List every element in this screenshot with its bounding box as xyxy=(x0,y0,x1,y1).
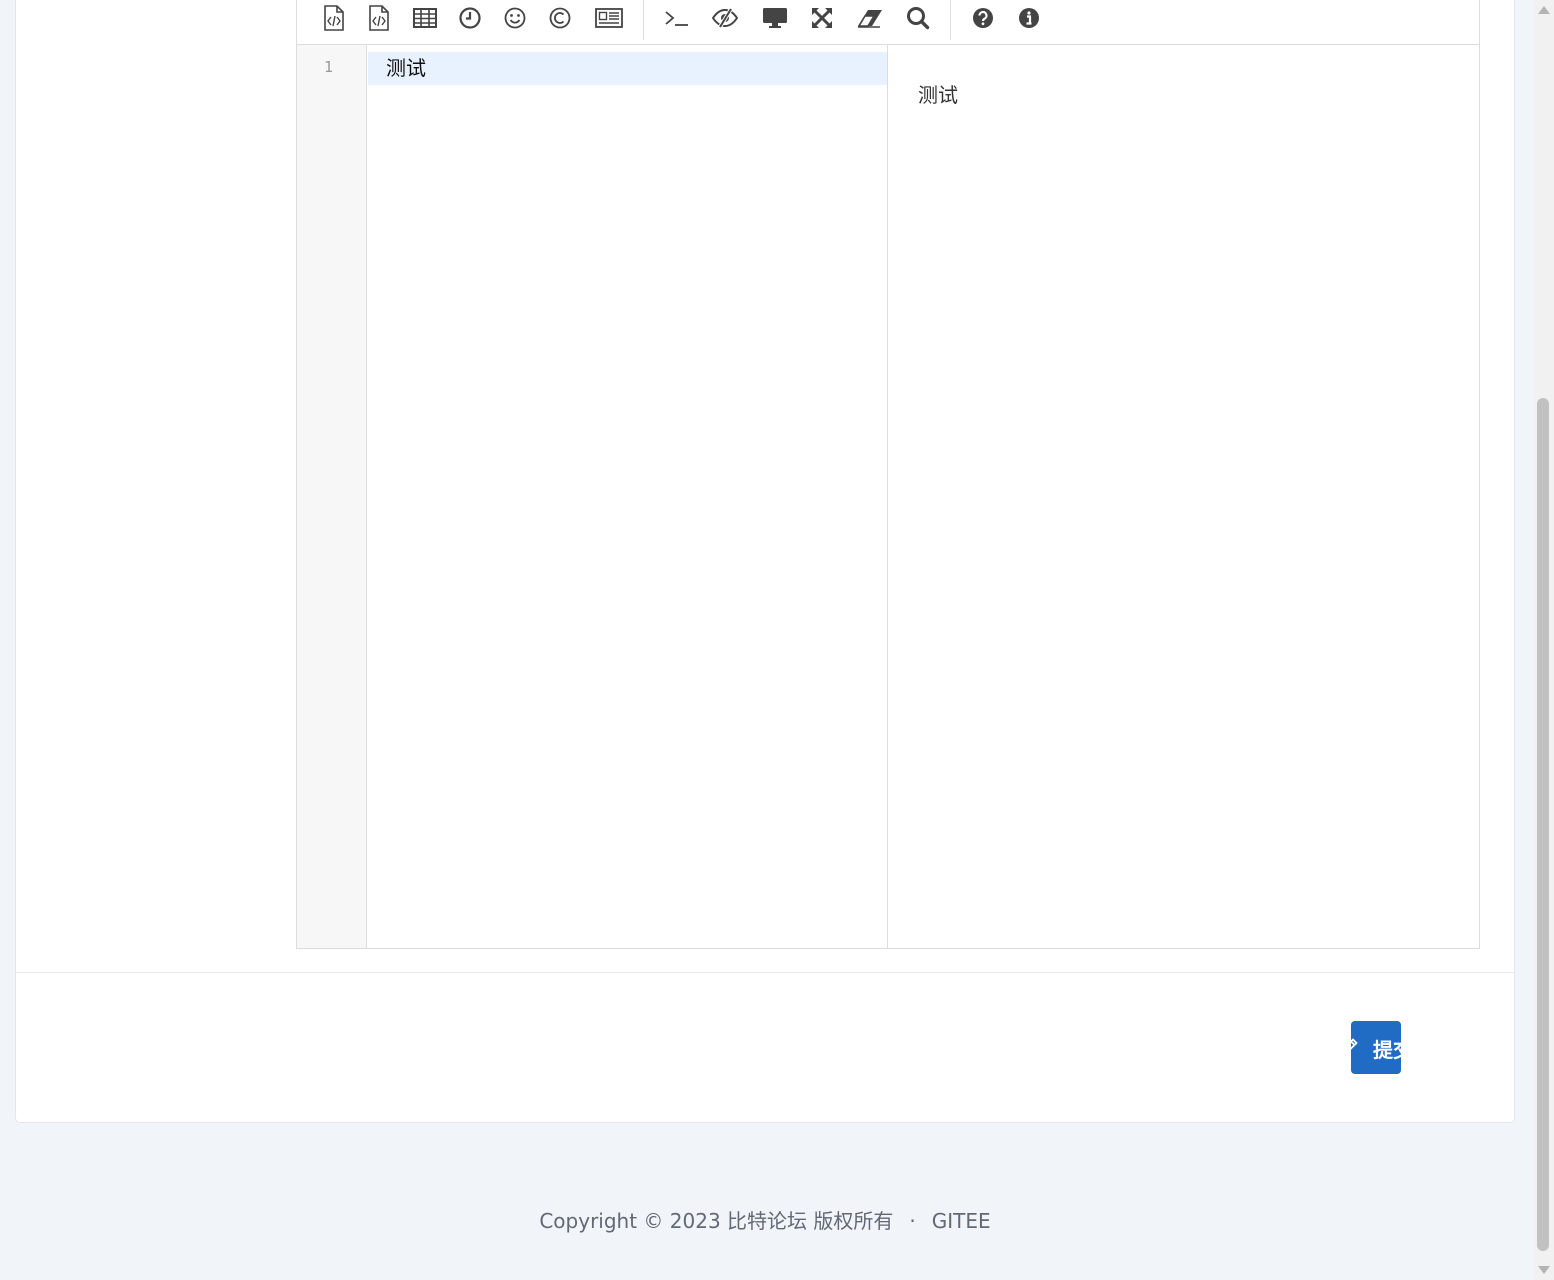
goto-line-icon[interactable] xyxy=(662,3,692,33)
toolbar-separator xyxy=(950,0,951,40)
footer-separator: · xyxy=(909,1209,916,1233)
watch-preview-icon[interactable] xyxy=(760,3,790,33)
search-icon[interactable] xyxy=(903,3,933,33)
submit-button[interactable]: 提交 xyxy=(1351,1021,1401,1074)
pen-icon xyxy=(1351,1038,1358,1050)
fullscreen-icon[interactable] xyxy=(807,3,837,33)
clear-icon[interactable] xyxy=(855,3,885,33)
code-editor[interactable]: 测试 xyxy=(367,45,888,948)
pagebreak-icon[interactable] xyxy=(594,3,624,33)
editor-card: 1 测试 测试 提交 xyxy=(15,0,1515,1123)
markdown-editor: 1 测试 测试 xyxy=(296,0,1480,949)
scroll-down-arrow-icon[interactable] xyxy=(1538,1266,1550,1274)
preview-paragraph: 测试 xyxy=(918,83,958,107)
copyright-text: Copyright © 2023 比特论坛 版权所有 xyxy=(539,1209,894,1233)
help-icon[interactable] xyxy=(968,3,998,33)
line-number: 1 xyxy=(323,58,334,76)
page-footer: Copyright © 2023 比特论坛 版权所有 · GITEE xyxy=(0,1205,1530,1234)
active-line-highlight xyxy=(368,52,887,85)
card-divider xyxy=(16,972,1514,973)
submit-button-label: 提交 xyxy=(1373,1038,1401,1062)
emoji-icon[interactable] xyxy=(500,3,530,33)
vertical-scrollbar[interactable] xyxy=(1534,0,1554,1280)
datetime-icon[interactable] xyxy=(455,3,485,33)
scroll-up-arrow-icon[interactable] xyxy=(1538,6,1550,14)
code-line-text[interactable]: 测试 xyxy=(386,55,426,81)
code-file-icon[interactable] xyxy=(364,3,394,33)
table-icon[interactable] xyxy=(410,3,440,33)
html-entity-copyright-icon[interactable] xyxy=(545,3,575,33)
toggle-preview-icon[interactable] xyxy=(710,3,740,33)
scrollbar-thumb[interactable] xyxy=(1537,398,1549,1251)
info-icon[interactable] xyxy=(1014,3,1044,33)
gitee-link[interactable]: GITEE xyxy=(932,1209,991,1233)
html-entities-icon[interactable] xyxy=(319,3,349,33)
markdown-preview: 测试 xyxy=(888,45,1479,948)
editor-toolbar xyxy=(297,0,1479,45)
line-number-gutter: 1 xyxy=(297,45,367,948)
toolbar-separator xyxy=(643,0,644,40)
